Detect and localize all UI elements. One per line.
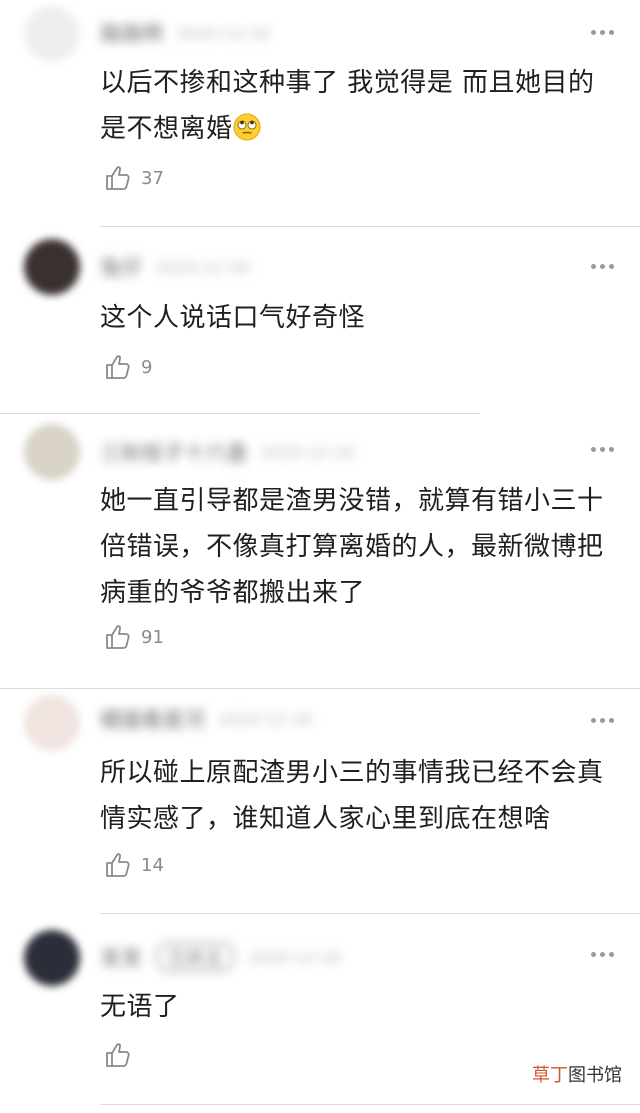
thumbs-up-icon xyxy=(106,355,130,379)
divider xyxy=(0,688,640,689)
comment-meta: 兔仔 2020-12-16 xyxy=(100,256,249,280)
timestamp: 2020-12-16 xyxy=(248,947,341,967)
divider xyxy=(0,413,480,414)
like-button[interactable] xyxy=(104,1040,141,1070)
timestamp: 2020-12-16 xyxy=(261,442,354,462)
like-count: 37 xyxy=(141,167,164,189)
comment-feed: 路路啊 2020-12-16 以后不掺和这种事了 我觉得是 而且她目的 是不想离… xyxy=(0,0,640,1113)
username[interactable]: 兔仔 xyxy=(100,252,142,282)
divider xyxy=(100,226,640,227)
username[interactable]: 三秋桂子十六盏 xyxy=(100,437,247,467)
avatar[interactable] xyxy=(24,695,80,751)
timestamp: 2020-12-16 xyxy=(177,23,270,43)
comment-text-line: 情实感了，谁知道人家心里到底在想啥 xyxy=(100,804,551,834)
watermark-suffix: 图书馆 xyxy=(568,1065,622,1086)
more-options-icon[interactable] xyxy=(591,447,614,452)
comment-text: 所以碰上原配渣男小三的事情我已经不会真 情实感了，谁知道人家心里到底在想啥 xyxy=(100,750,620,842)
watermark-brand: 草丁 xyxy=(532,1065,568,1086)
divider xyxy=(100,1104,640,1105)
comment-text: 她一直引导都是渣男没错，就算有错小三十 倍错误，不像真打算离婚的人，最新微博把 … xyxy=(100,478,620,616)
comment-meta: 发发 已关注 2020-12-16 xyxy=(100,942,341,972)
like-button[interactable]: 9 xyxy=(104,352,152,382)
comment-text-line: 她一直引导都是渣男没错，就算有错小三十 xyxy=(100,486,604,516)
like-count: 14 xyxy=(141,854,164,876)
username[interactable]: 橘猫看星河 xyxy=(100,704,205,734)
like-button[interactable]: 91 xyxy=(104,622,164,652)
comment-text-line: 以后不掺和这种事了 我觉得是 而且她目的 xyxy=(100,68,595,98)
comment-meta: 三秋桂子十六盏 2020-12-16 xyxy=(100,441,354,465)
follow-badge: 已关注 xyxy=(156,942,234,972)
like-button[interactable]: 37 xyxy=(104,163,164,193)
avatar[interactable] xyxy=(24,424,80,480)
comment-text: 以后不掺和这种事了 我觉得是 而且她目的 是不想离婚 xyxy=(100,60,620,152)
username[interactable]: 路路啊 xyxy=(100,18,163,48)
comment-text-line: 倍错误，不像真打算离婚的人，最新微博把 xyxy=(100,532,604,562)
comment-text: 这个人说话口气好奇怪 xyxy=(100,295,620,341)
timestamp: 2020-12-16 xyxy=(219,709,312,729)
comment-meta: 橘猫看星河 2020-12-16 xyxy=(100,708,312,732)
comment-text-line: 是不想离婚 xyxy=(100,106,620,152)
comment-text-line: 所以碰上原配渣男小三的事情我已经不会真 xyxy=(100,758,604,788)
thumbs-up-icon xyxy=(106,853,130,877)
comment-text: 无语了 xyxy=(100,984,620,1030)
like-count: 91 xyxy=(141,626,164,648)
comment-text-line: 病重的爷爷都搬出来了 xyxy=(100,578,366,608)
more-options-icon[interactable] xyxy=(591,30,614,35)
more-options-icon[interactable] xyxy=(591,718,614,723)
avatar[interactable] xyxy=(24,930,80,986)
more-options-icon[interactable] xyxy=(591,952,614,957)
like-button[interactable]: 14 xyxy=(104,850,164,880)
watermark: 草丁图书馆 xyxy=(528,1059,626,1089)
thumbs-up-icon xyxy=(106,1043,130,1067)
username[interactable]: 发发 xyxy=(100,942,142,972)
divider xyxy=(100,913,640,914)
avatar[interactable] xyxy=(24,239,80,295)
comment-text-segment: 是不想离婚 xyxy=(100,114,233,144)
comment-text-line: 无语了 xyxy=(100,992,180,1022)
thumbs-up-icon xyxy=(106,166,130,190)
thumbs-up-icon xyxy=(106,625,130,649)
comment-text-line: 这个人说话口气好奇怪 xyxy=(100,303,366,333)
comment-meta: 路路啊 2020-12-16 xyxy=(100,22,270,46)
more-options-icon[interactable] xyxy=(591,264,614,269)
avatar[interactable] xyxy=(24,6,80,62)
like-count: 9 xyxy=(141,356,153,378)
timestamp: 2020-12-16 xyxy=(156,257,249,277)
face-with-rolling-eyes-icon xyxy=(233,113,261,141)
